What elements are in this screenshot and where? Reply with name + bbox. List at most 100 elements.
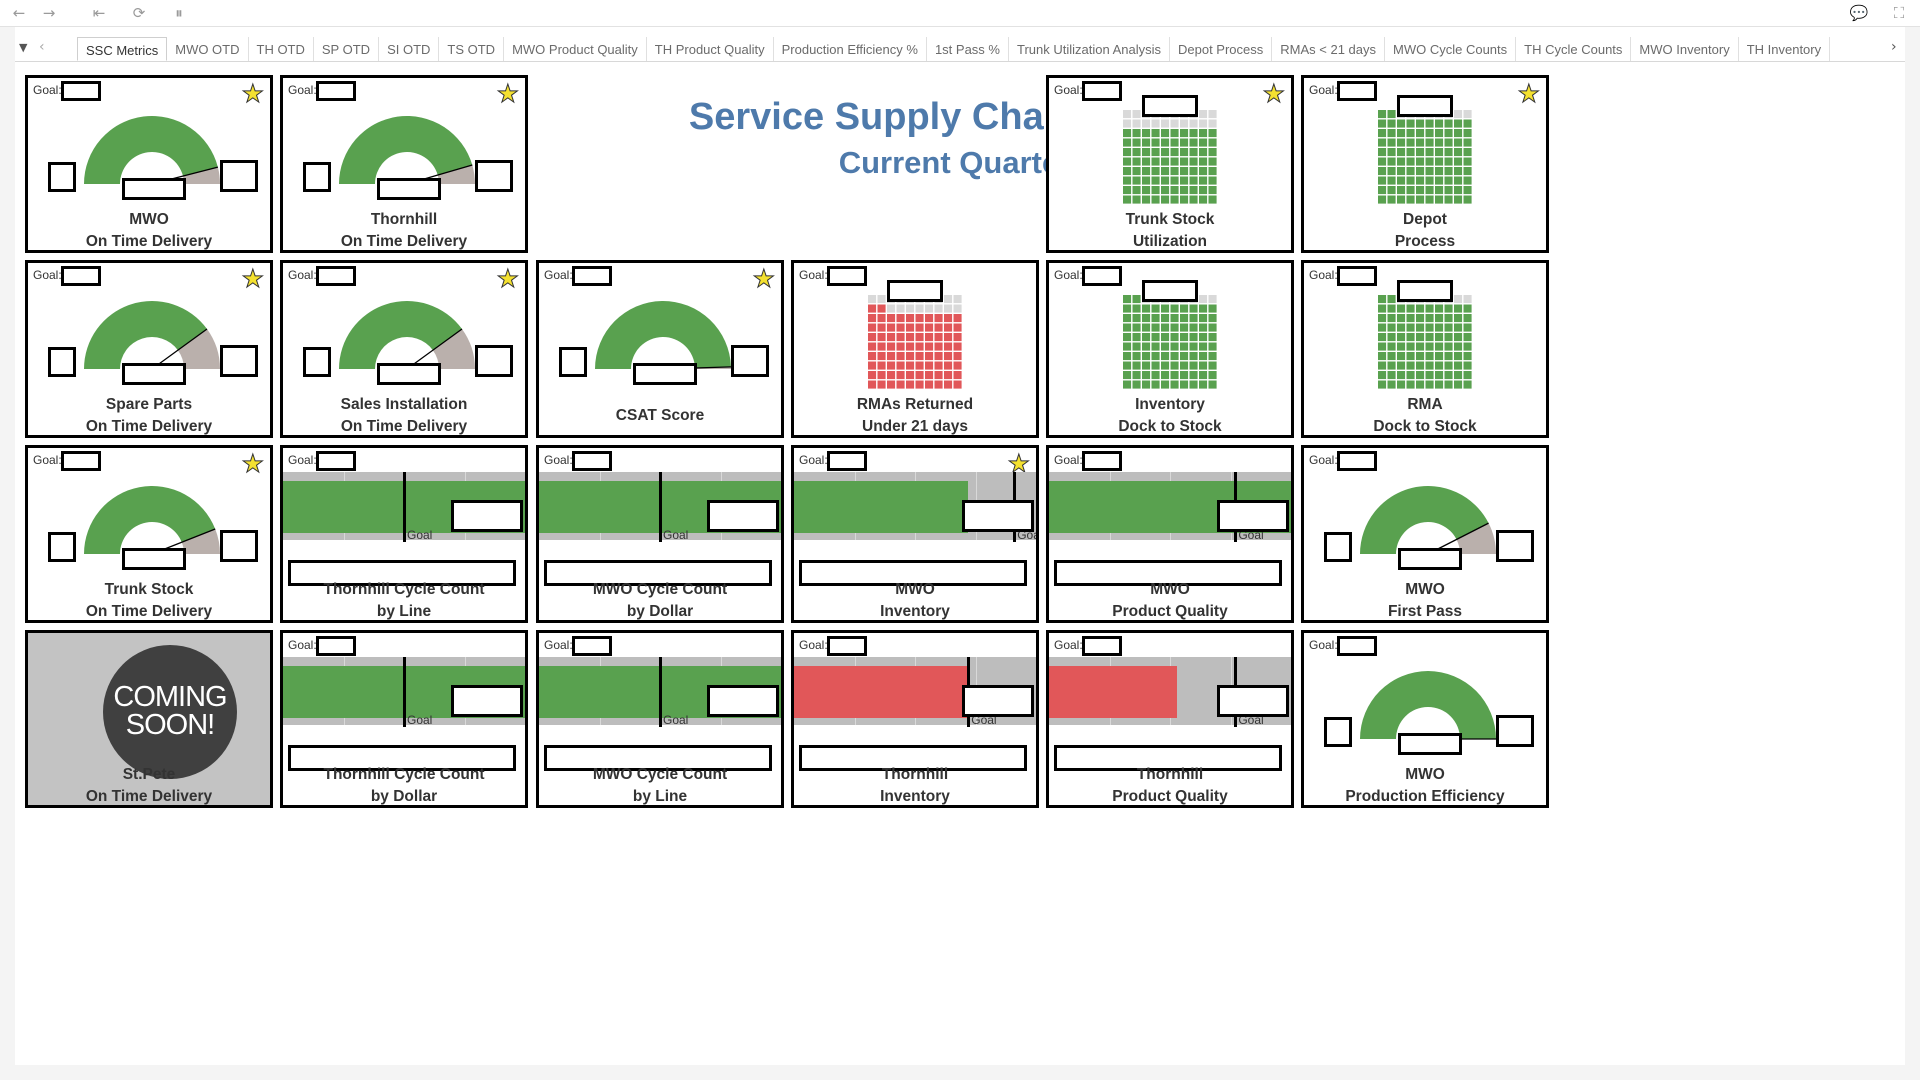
tile-mwo-prod-efficiency[interactable]: Goal: MWO Production Efficiency [1301,630,1549,808]
tab-depot-process[interactable]: Depot Process [1170,37,1273,61]
tile-rmas-returned[interactable]: Goal: RMAs Returned Under 21 days [791,260,1039,438]
tile-label: Sales Installation On Time Delivery [283,394,525,435]
waffle-cell [1463,119,1472,128]
goal-label: Goal: [799,268,828,282]
waffle-cell [1122,157,1131,166]
tab-dropdown-icon[interactable]: ▼ [19,41,27,54]
waffle-cell [1208,157,1217,166]
tile-th-cycle-count-line[interactable]: Goal: Goal Thornhill Cycle Count by Line [280,445,528,623]
waffle-cell [1179,157,1188,166]
tile-mwo-cycle-count-dollar[interactable]: Goal: Goal MWO Cycle Count by Dollar [536,445,784,623]
tile-depot-process[interactable]: Goal: ★ Depot Process [1301,75,1549,253]
tab-production-efficiency[interactable]: Production Efficiency % [774,37,927,61]
tab-1st-pass[interactable]: 1st Pass % [927,37,1009,61]
tile-mwo-inventory[interactable]: Goal:★GoalMWOInventory [791,445,1039,623]
tab-mwo-inventory[interactable]: MWO Inventory [1631,37,1739,61]
goal-label: Goal: [544,638,573,652]
tile-sales-install-otd[interactable]: Goal: ★ Sales Installation On Time Delivery [280,260,528,438]
goal-value-redacted [316,636,356,656]
tile-mwo-product-quality[interactable]: Goal: Goal MWO Product Quality [1046,445,1294,623]
forward-icon[interactable]: → [38,2,60,24]
waffle-cell [1189,380,1198,389]
tab-th-inventory[interactable]: TH Inventory [1739,37,1831,61]
tile-rma-dock[interactable]: Goal: RMA Dock to Stock [1301,260,1549,438]
tab-mwo-product-quality[interactable]: MWO Product Quality [504,37,647,61]
gauge-max-redacted [475,345,513,377]
tile-th-product-quality[interactable]: Goal: Goal Thornhill Product Quality [1046,630,1294,808]
waffle-cell [1453,295,1462,304]
goal-value-redacted [1082,81,1122,101]
tile-th-cycle-count-dollar[interactable]: Goal: Goal Thornhill Cycle Count by Dollar [280,630,528,808]
tab-ts-otd[interactable]: TS OTD [439,37,505,61]
tile-csat-score[interactable]: Goal: ★ CSAT Score [536,260,784,438]
goal-label: Goal: [1309,638,1338,652]
tab-th-product-quality[interactable]: TH Product Quality [647,37,774,61]
tile-label: RMA Dock to Stock [1304,394,1546,435]
waffle-cell [1132,352,1141,361]
tab-trunk-utilization-analysis[interactable]: Trunk Utilization Analysis [1009,37,1170,61]
comment-icon[interactable]: 💬 [1848,2,1870,24]
tile-mwo-otd[interactable]: Goal: ★ MWO On Time Delivery [25,75,273,253]
tile-mwo-first-pass[interactable]: Goal: MWO First Pass [1301,445,1549,623]
waffle-cell [1179,342,1188,351]
tile-spare-parts-otd[interactable]: Goal: ★ Spare Parts On Time Delivery [25,260,273,438]
tab-th-otd[interactable]: TH OTD [249,37,314,61]
tile-inventory-dock[interactable]: Goal: Inventory Dock to Stock [1046,260,1294,438]
waffle-cell [1198,157,1207,166]
waffle-cell [1170,342,1179,351]
waffle-cell [1377,129,1386,138]
coming-soon-badge: COMING SOON! [103,645,237,779]
waffle-cell [1160,176,1169,185]
refresh-icon[interactable]: ⟳ [128,2,150,24]
tile-trunk-stock-util[interactable]: Goal: ★ Trunk Stock Utilization [1046,75,1294,253]
waffle-cell [1396,333,1405,342]
waffle-cell [1434,333,1443,342]
waffle-cell [924,371,933,380]
waffle-cell [1415,333,1424,342]
waffle-cell [1141,138,1150,147]
waffle-cell [943,295,952,304]
waffle-cell [943,304,952,313]
tab-th-cycle-counts[interactable]: TH Cycle Counts [1516,37,1632,61]
tile-label-line: Production Efficiency [1345,788,1505,805]
waffle-cell [1415,119,1424,128]
back-icon[interactable]: ← [8,2,30,24]
tab-prev-icon[interactable]: ‹ [39,39,45,55]
pause-icon[interactable]: ⏸ [168,2,190,24]
waffle-cell [1122,314,1131,323]
tab-si-otd[interactable]: SI OTD [379,37,440,61]
tab-rmas-21-days[interactable]: RMAs < 21 days [1272,37,1386,61]
tab-mwo-otd[interactable]: MWO OTD [167,37,249,61]
tile-label-line: Product Quality [1112,788,1228,805]
waffle-cell [1444,176,1453,185]
waffle-cell [1396,371,1405,380]
waffle-cell [896,333,905,342]
waffle-value-redacted [887,280,943,302]
waffle-cell [1387,195,1396,204]
tile-mwo-cycle-count-line[interactable]: Goal: Goal MWO Cycle Count by Line [536,630,784,808]
tile-th-otd[interactable]: Goal: ★ Thornhill On Time Delivery [280,75,528,253]
waffle-cell [934,380,943,389]
tile-label-line: Spare Parts [105,396,193,413]
tab-next-icon[interactable]: › [1891,39,1897,55]
goal-marker [659,472,662,542]
tab-sp-otd[interactable]: SP OTD [314,37,380,61]
tab-ssc-metrics[interactable]: SSC Metrics [77,37,168,61]
waffle-cell [1122,342,1131,351]
waffle-cell [1434,186,1443,195]
waffle-cell [1406,342,1415,351]
waffle-cell [1406,361,1415,370]
waffle-cell [1160,323,1169,332]
waffle-cell [1406,195,1415,204]
waffle-cell [1463,380,1472,389]
tab-mwo-cycle-counts[interactable]: MWO Cycle Counts [1385,37,1517,61]
waffle-cell [896,323,905,332]
revert-icon[interactable]: ⇤ [88,2,110,24]
tile-stpete-otd[interactable]: COMING SOON! St.Pete On Time Delivery [25,630,273,808]
waffle-cell [886,380,895,389]
tile-th-inventory[interactable]: Goal: Goal Thornhill Inventory [791,630,1039,808]
waffle-cell [1189,342,1198,351]
fullscreen-icon[interactable]: ⛶ [1888,2,1910,24]
tile-trunk-stock-otd[interactable]: Goal: ★ Trunk Stock On Time Delivery [25,445,273,623]
waffle-cell [953,295,962,304]
